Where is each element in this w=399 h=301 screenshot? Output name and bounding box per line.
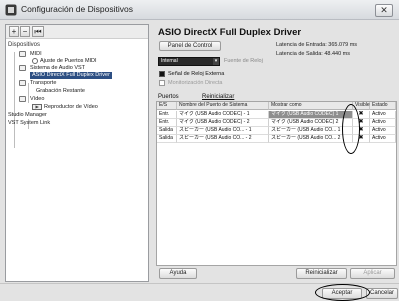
table-cell-io: Salida bbox=[157, 127, 177, 135]
tree-item-studio-manager[interactable]: Studio Manager bbox=[8, 112, 47, 119]
video-icon bbox=[19, 96, 26, 102]
direct-monitoring-label: Monitorización Directa bbox=[168, 80, 223, 86]
external-clock-checkbox[interactable] bbox=[159, 71, 165, 77]
close-icon: ✕ bbox=[380, 5, 388, 15]
tab-ports[interactable]: Puertos bbox=[158, 94, 179, 100]
control-panel-button[interactable]: Panel de Control bbox=[159, 41, 221, 51]
table-cell-port-name: スピーカー (USB Audio CO... - 1 bbox=[177, 127, 269, 135]
column-header-system-port[interactable]: Nombre del Puerto de Sistema bbox=[177, 102, 269, 110]
tree-item-video-player[interactable]: Reproductor de Vídeo bbox=[44, 104, 98, 111]
column-header-display-as[interactable]: Mostrar como bbox=[269, 102, 353, 110]
tree-item-video[interactable]: Vídeo bbox=[30, 96, 44, 103]
column-header-io[interactable]: E/S bbox=[157, 102, 177, 110]
close-button[interactable]: ✕ bbox=[375, 4, 393, 17]
tree-item-transport[interactable]: Transporte bbox=[30, 80, 56, 87]
table-cell-port-name: マイク (USB Audio CODEC) - 1 bbox=[177, 111, 269, 119]
app-icon bbox=[5, 4, 17, 16]
table-cell-status: Activo bbox=[370, 119, 396, 127]
reset-device-button[interactable]: ⏮ bbox=[32, 26, 44, 37]
cancel-button[interactable]: Cancelar bbox=[366, 288, 398, 299]
clock-source-select[interactable]: Internal bbox=[158, 57, 220, 66]
tree-item-record-remaining[interactable]: Grabación Restante bbox=[36, 88, 85, 95]
add-device-button[interactable]: + bbox=[9, 26, 19, 37]
tree-item-midi[interactable]: MIDI bbox=[30, 51, 42, 58]
table-cell-display-name[interactable]: マイク (USB Audio CODEC) 1 bbox=[269, 111, 353, 119]
tree-line bbox=[14, 52, 15, 148]
column-header-status[interactable]: Estado bbox=[370, 102, 396, 110]
table-cell-io: Entr. bbox=[157, 119, 177, 127]
clock-source-label: Fuente de Reloj bbox=[224, 58, 263, 64]
driver-title: ASIO DirectX Full Duplex Driver bbox=[158, 27, 302, 38]
table-cell-io: Entr. bbox=[157, 111, 177, 119]
midi-icon bbox=[19, 51, 26, 57]
window-title: Configuración de Dispositivos bbox=[21, 4, 133, 14]
table-cell-port-name: スピーカー (USB Audio CO... - 2 bbox=[177, 135, 269, 143]
table-cell-display-name[interactable]: スピーカー (USB Audio CO... 1 bbox=[269, 127, 353, 135]
output-latency: Latencia de Salida: 48.440 ms bbox=[276, 51, 350, 57]
chevron-down-icon[interactable]: ▾ bbox=[213, 58, 219, 65]
table-cell-io: Salida bbox=[157, 135, 177, 143]
tree-item-vst-system-link[interactable]: VST System Link bbox=[8, 120, 50, 127]
devices-header: Dispositivos bbox=[8, 42, 41, 48]
table-cell-status: Activo bbox=[370, 135, 396, 143]
remove-device-button[interactable]: − bbox=[20, 26, 30, 37]
reset-button[interactable]: Reinicializar bbox=[296, 268, 347, 279]
input-latency: Latencia de Entrada: 365.079 ms bbox=[276, 42, 358, 48]
transport-icon bbox=[19, 80, 26, 86]
tree-item-asio-driver[interactable]: ASIO DirectX Full Duplex Driver bbox=[30, 72, 112, 79]
tree-line bbox=[28, 83, 29, 103]
apply-button[interactable]: Aplicar bbox=[350, 268, 395, 279]
table-cell-port-name: マイク (USB Audio CODEC) - 2 bbox=[177, 119, 269, 127]
annotation-circle bbox=[315, 284, 370, 301]
tree-item-midi-ports[interactable]: Ajuste de Puertos MIDI bbox=[40, 58, 97, 65]
devices-panel: + − ⏮ Dispositivos MIDI Ajuste de Puerto… bbox=[5, 24, 149, 282]
table-cell-status: Activo bbox=[370, 127, 396, 135]
visible-x-icon: ✖ bbox=[358, 111, 364, 117]
external-clock-label: Señal de Reloj Externa bbox=[168, 71, 225, 77]
ports-table: E/S Nombre del Puerto de Sistema Mostrar… bbox=[156, 101, 397, 266]
video-player-icon bbox=[32, 104, 42, 110]
tree-item-vst-audio[interactable]: Sistema de Audio VST bbox=[30, 65, 85, 72]
table-cell-display-name[interactable]: スピーカー (USB Audio CO... 2 bbox=[269, 135, 353, 143]
port-settings-icon bbox=[32, 58, 38, 64]
help-button[interactable]: Ayuda bbox=[159, 268, 197, 279]
table-cell-display-name[interactable]: マイク (USB Audio CODEC) 2 bbox=[269, 119, 353, 127]
direct-monitoring-checkbox[interactable] bbox=[159, 80, 165, 86]
audio-system-icon bbox=[19, 65, 26, 71]
reset-link[interactable]: Reinicializar bbox=[202, 94, 234, 100]
annotation-circle bbox=[342, 104, 360, 154]
table-cell-status: Activo bbox=[370, 111, 396, 119]
devices-toolbar: + − ⏮ bbox=[6, 25, 148, 39]
